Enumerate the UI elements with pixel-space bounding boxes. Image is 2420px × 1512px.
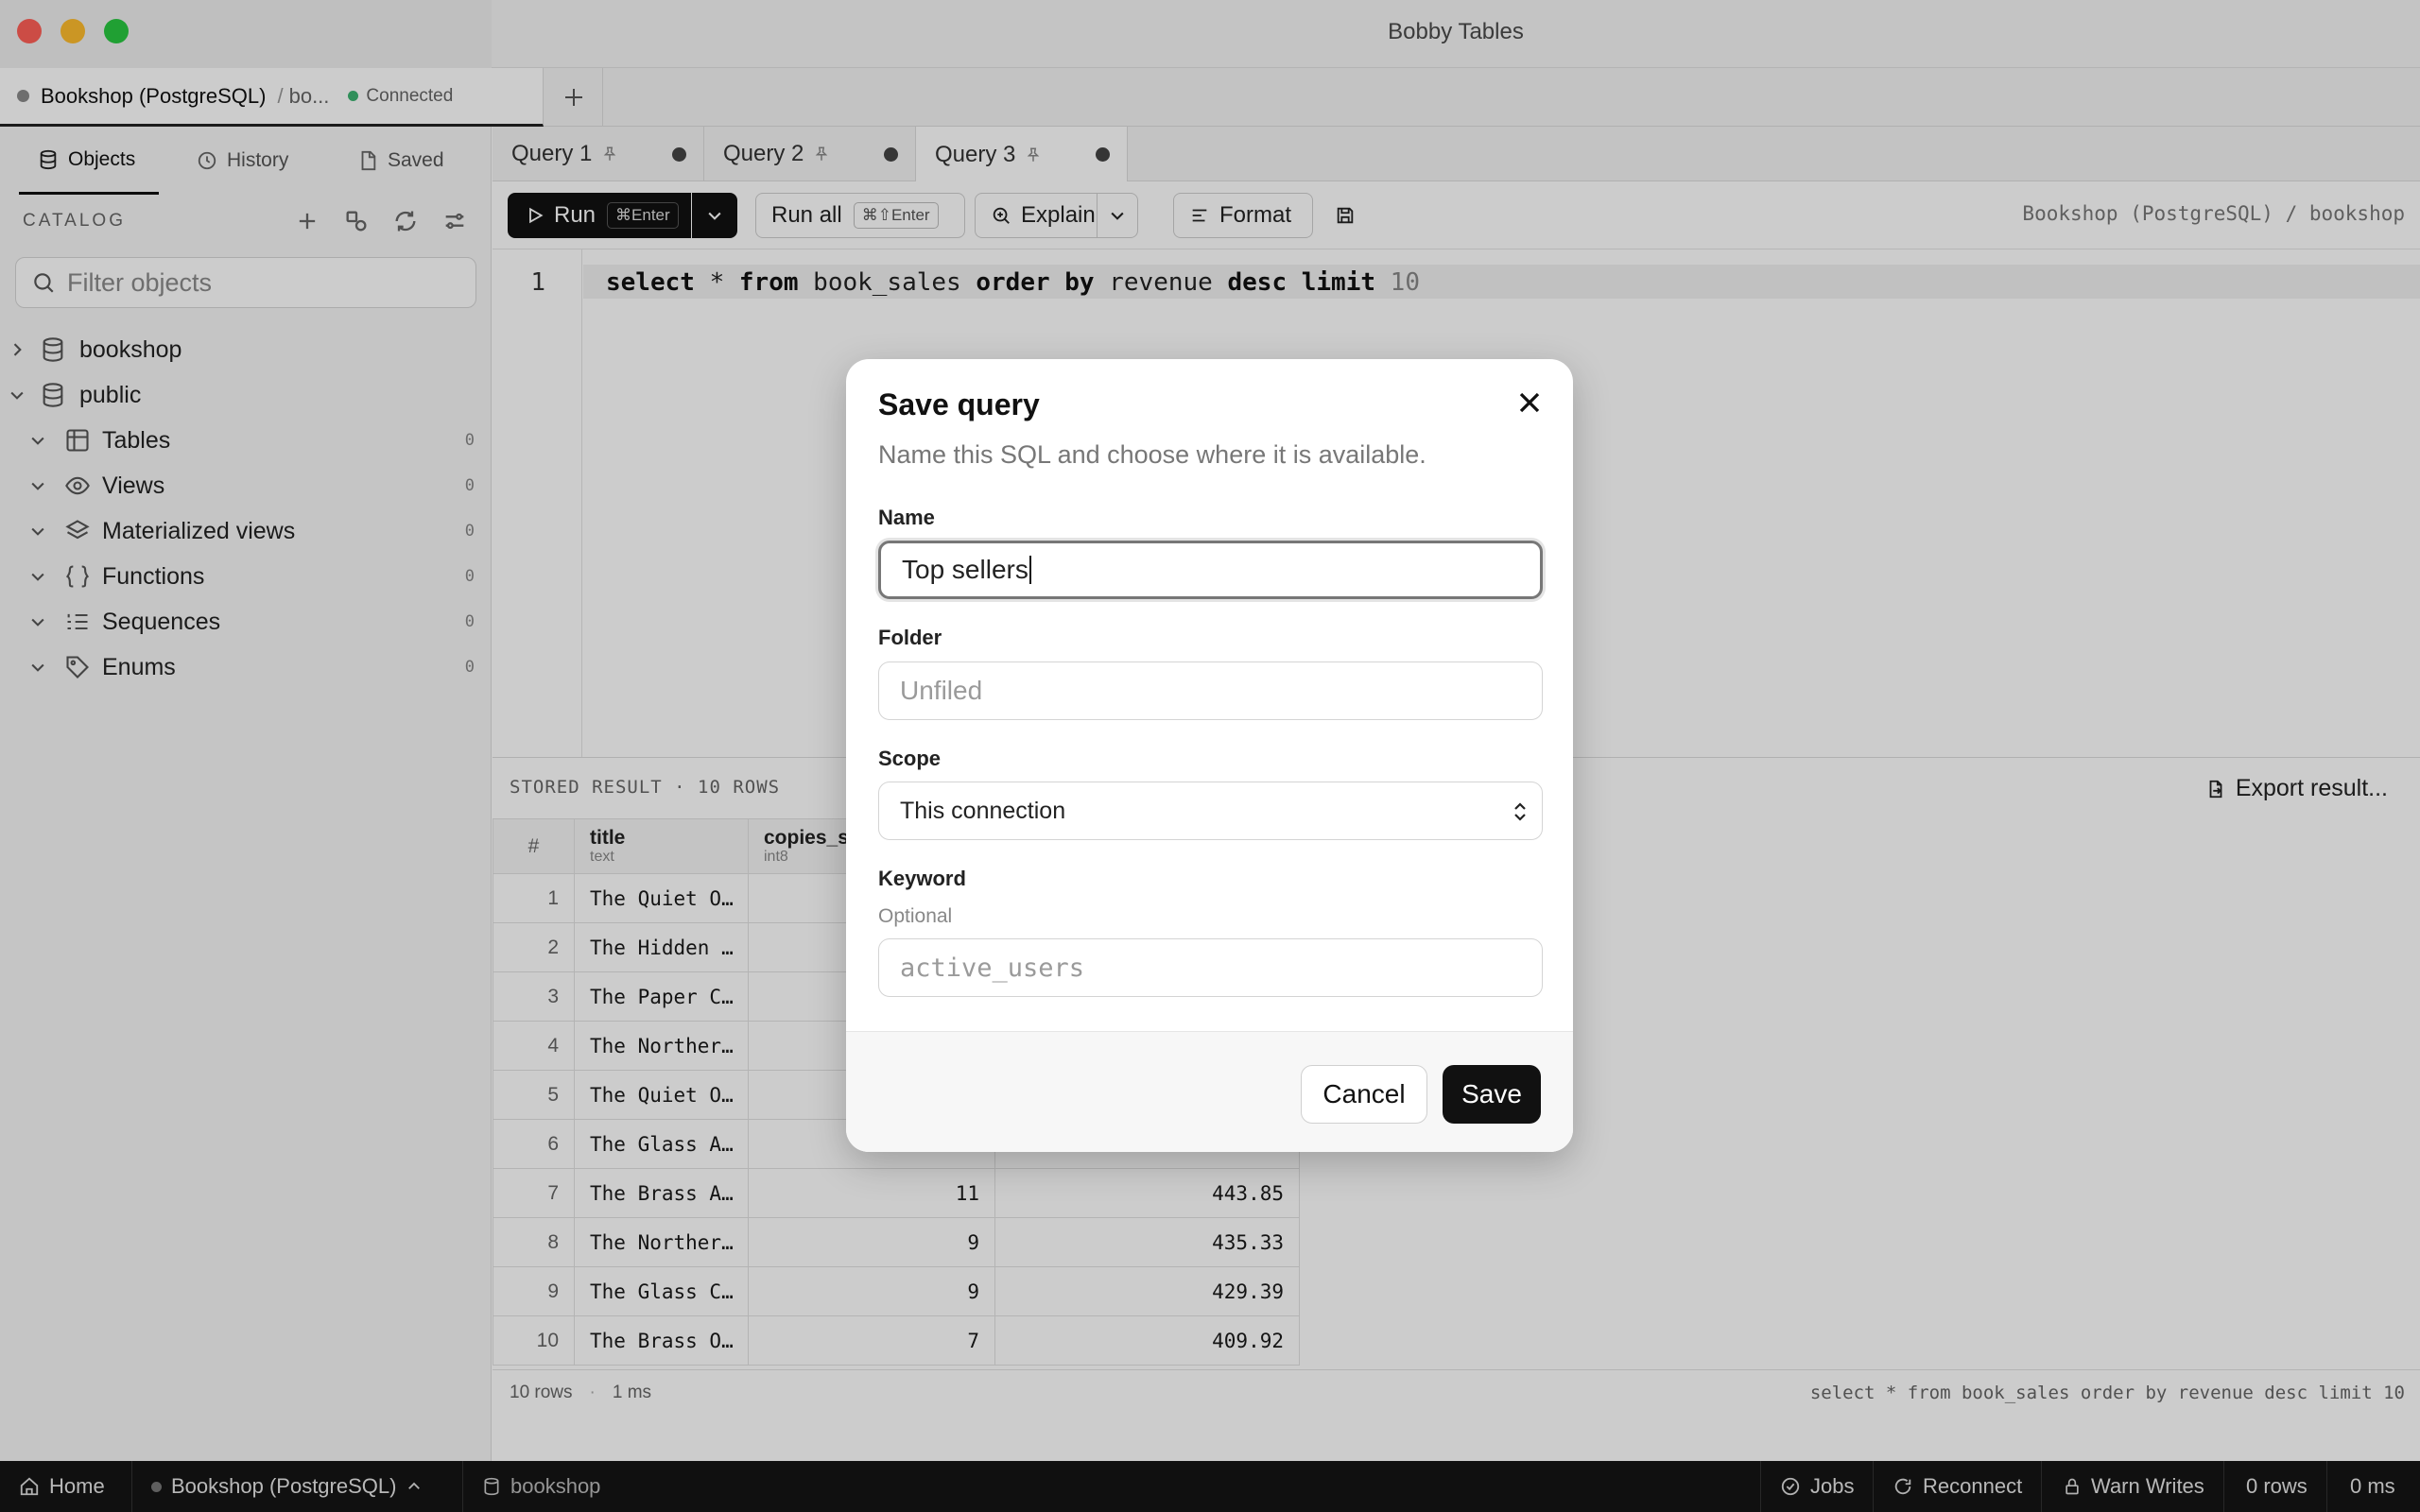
name-label: Name	[878, 506, 935, 529]
dialog-footer: Cancel Save	[846, 1031, 1573, 1152]
folder-input[interactable]: Unfiled	[878, 662, 1543, 720]
keyword-placeholder: active_users	[900, 953, 1085, 983]
folder-label: Folder	[878, 626, 942, 649]
scope-select[interactable]: This connection	[878, 782, 1543, 840]
keyword-hint: Optional	[878, 905, 953, 927]
scope-value: This connection	[900, 797, 1066, 824]
keyword-label: Keyword	[878, 867, 966, 890]
cancel-button[interactable]: Cancel	[1301, 1065, 1427, 1124]
text-caret	[1028, 556, 1031, 584]
dialog-description: Name this SQL and choose where it is ava…	[878, 440, 1426, 469]
folder-placeholder: Unfiled	[900, 676, 983, 705]
save-button[interactable]: Save	[1443, 1065, 1541, 1124]
dialog-title: Save query	[878, 387, 1040, 421]
name-input[interactable]: Top sellers	[878, 541, 1543, 599]
close-icon[interactable]	[1512, 386, 1547, 420]
keyword-input[interactable]: active_users	[878, 938, 1543, 997]
scope-label: Scope	[878, 747, 942, 770]
select-updown-icon	[1514, 802, 1526, 821]
save-query-dialog: Save query Name this SQL and choose wher…	[846, 359, 1573, 1152]
name-value: Top sellers	[902, 555, 1028, 584]
